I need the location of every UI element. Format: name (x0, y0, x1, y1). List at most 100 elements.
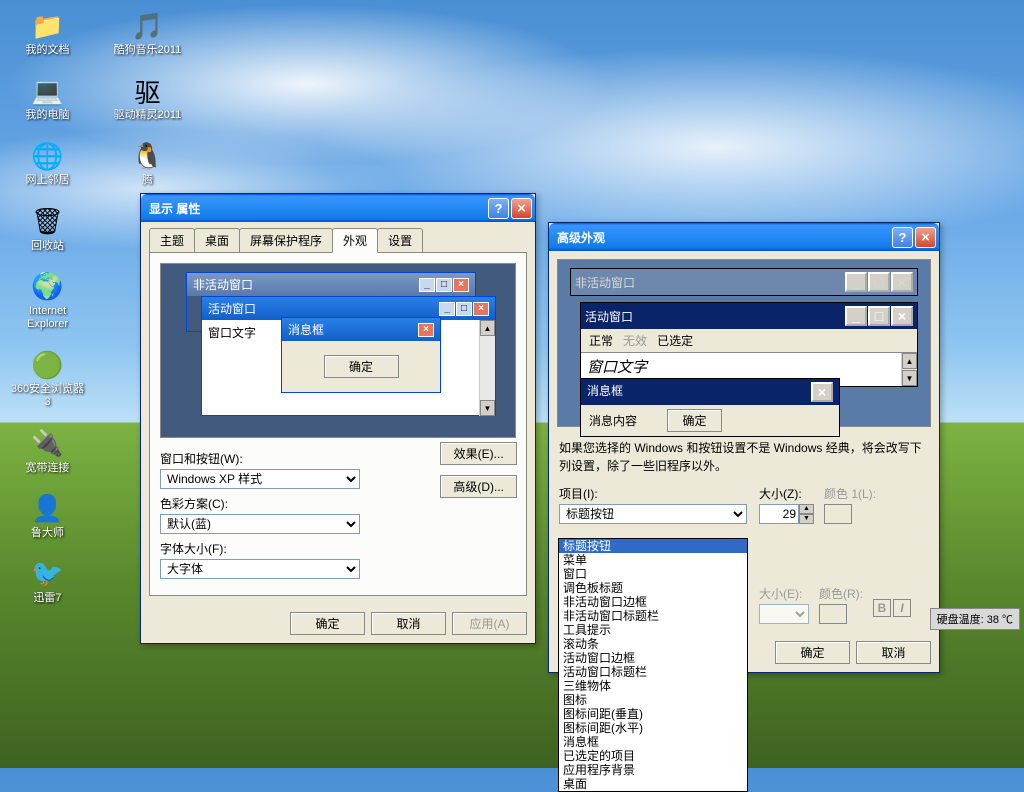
adv-active-title: 活动窗口 (585, 308, 845, 325)
apply-button[interactable]: 应用(A) (452, 612, 527, 635)
cancel-button[interactable]: 取消 (371, 612, 446, 635)
adv-msgbox-title: 消息框 (587, 382, 811, 402)
help-button[interactable]: ? (892, 227, 913, 248)
adv-normal: 正常 (589, 334, 613, 348)
italic-button: I (893, 599, 911, 617)
tab-0[interactable]: 主题 (149, 228, 195, 252)
desktop-icon[interactable]: 📁我的文档 (10, 10, 85, 57)
desktop-icon[interactable]: 🎵 酷狗音乐2011 (110, 10, 185, 57)
help-button[interactable]: ? (488, 198, 509, 219)
dropdown-item[interactable]: 工具提示 (559, 623, 747, 637)
titlebar[interactable]: 高级外观 ? × (549, 223, 939, 251)
icon-image: 驱 (132, 75, 164, 107)
tab-2[interactable]: 屏幕保护程序 (239, 228, 333, 252)
adv-selected: 已选定 (657, 334, 693, 348)
icon-image: 🟢 (32, 349, 64, 381)
item-label: 项目(I): (559, 485, 749, 502)
dropdown-item[interactable]: 活动窗口标题栏 (559, 665, 747, 679)
font-size-select[interactable]: 大字体 (160, 559, 360, 579)
icon-label: 宽带连接 (26, 462, 70, 475)
dropdown-item[interactable]: 调色板标题 (559, 581, 747, 595)
desktop-icon[interactable]: 🔌宽带连接 (10, 428, 85, 475)
tab-3[interactable]: 外观 (332, 228, 378, 253)
dropdown-item[interactable]: 非活动窗口边框 (559, 595, 747, 609)
size-input[interactable] (759, 504, 799, 524)
effects-button[interactable]: 效果(E)... (440, 442, 517, 465)
icon-label: 驱动精灵2011 (114, 109, 182, 122)
icon-image: 🗑 (32, 206, 64, 238)
fsize-select (759, 604, 809, 624)
color1-label: 颜色 1(L): (824, 485, 876, 502)
preview-scrollbar: ▲ ▼ (479, 320, 495, 416)
color1-picker[interactable] (824, 504, 852, 524)
fsize-label: 大小(E): (759, 585, 809, 602)
dropdown-item[interactable]: 已选定的项目 (559, 749, 747, 763)
dropdown-item[interactable]: 滚动条 (559, 637, 747, 651)
icon-image: 🌍 (32, 271, 64, 303)
dropdown-item[interactable]: 图标 (559, 693, 747, 707)
desktop-icon[interactable]: 驱驱动精灵2011 (110, 75, 185, 122)
desktop-icon[interactable]: 👤鲁大师 (10, 493, 85, 540)
dropdown-item[interactable]: 窗口 (559, 567, 747, 581)
adv-cancel-button[interactable]: 取消 (856, 641, 931, 664)
color-scheme-select[interactable]: 默认(蓝) (160, 514, 360, 534)
spin-down[interactable]: ▼ (799, 514, 814, 524)
desktop-icon[interactable]: 🌐 网上邻居 (10, 140, 85, 187)
close-button[interactable]: × (915, 227, 936, 248)
preview-msgbox-title: 消息框 × (282, 318, 440, 341)
dropdown-item[interactable]: 标题按钮 (559, 539, 747, 553)
icon-image: 🌐 (32, 140, 64, 172)
preview-inactive-window: 非活动窗口 _□× (187, 273, 475, 296)
size-label: 大小(Z): (759, 485, 814, 502)
hdd-temp-widget: 硬盘温度: 38 ℃ (930, 608, 1020, 630)
titlebar[interactable]: 显示 属性 ? × (141, 194, 535, 222)
desktop-icon[interactable]: 🗑 回收站 (10, 206, 85, 253)
desktop-icon[interactable]: 🐧腾 (110, 140, 185, 187)
icon-label: 腾 (142, 174, 153, 187)
window-title: 显示 属性 (149, 200, 488, 217)
icon-label: 360安全浏览器 3 (10, 383, 85, 409)
dropdown-item[interactable]: 活动窗口边框 (559, 651, 747, 665)
icon-label: 酷狗音乐2011 (114, 44, 182, 57)
fcolor-picker (819, 604, 847, 624)
dropdown-item[interactable]: 三维物体 (559, 679, 747, 693)
display-properties-window: 显示 属性 ? × 主题桌面屏幕保护程序外观设置 非活动窗口 _□× 活动窗口 … (140, 193, 536, 644)
font-size-label: 字体大小(F): (160, 540, 516, 557)
windows-buttons-select[interactable]: Windows XP 样式 (160, 469, 360, 489)
tab-strip: 主题桌面屏幕保护程序外观设置 (141, 222, 535, 252)
ok-button[interactable]: 确定 (290, 612, 365, 635)
icon-image: 👤 (32, 493, 64, 525)
dropdown-item[interactable]: 图标间距(垂直) (559, 707, 747, 721)
adv-inactive-title: 非活动窗口 (575, 274, 845, 291)
icon-label: 网上邻居 (26, 174, 70, 187)
icon-label: 回收站 (31, 240, 64, 253)
item-dropdown-list[interactable]: 标题按钮菜单窗口调色板标题非活动窗口边框非活动窗口标题栏工具提示滚动条活动窗口边… (558, 538, 748, 792)
desktop-icon[interactable]: 🐦迅雷7 (10, 558, 85, 605)
icon-image: 🎵 (132, 10, 164, 42)
desktop-icon[interactable]: 🌍Internet Explorer (10, 271, 85, 331)
appearance-preview: 非活动窗口 _□× 活动窗口 _□× 窗口文字 ▲ ▼ (160, 263, 516, 438)
tab-4[interactable]: 设置 (377, 228, 423, 252)
dropdown-item[interactable]: 图标间距(水平) (559, 721, 747, 735)
desktop-icon[interactable]: 💻我的电脑 (10, 75, 85, 122)
size-spinner[interactable]: ▲▼ (759, 504, 814, 524)
preview-ok-button: 确定 (324, 355, 399, 378)
dropdown-item[interactable]: 桌面 (559, 777, 747, 791)
icon-label: 我的电脑 (26, 109, 70, 122)
item-select[interactable]: 标题按钮 (559, 504, 747, 524)
close-button[interactable]: × (511, 198, 532, 219)
appearance-panel: 非活动窗口 _□× 活动窗口 _□× 窗口文字 ▲ ▼ (149, 252, 527, 596)
spin-up[interactable]: ▲ (799, 504, 814, 514)
advanced-button[interactable]: 高级(D)... (440, 475, 517, 498)
adv-disabled: 无效 (623, 334, 647, 348)
dropdown-item[interactable]: 应用程序背景 (559, 763, 747, 777)
adv-msg-content: 消息内容 (589, 412, 637, 429)
adv-ok-button[interactable]: 确定 (775, 641, 850, 664)
dropdown-item[interactable]: 非活动窗口标题栏 (559, 609, 747, 623)
advanced-note: 如果您选择的 Windows 和按钮设置不是 Windows 经典，将会改写下列… (549, 435, 939, 479)
desktop-icon[interactable]: 🟢360安全浏览器 3 (10, 349, 85, 409)
window-title: 高级外观 (557, 229, 892, 246)
tab-1[interactable]: 桌面 (194, 228, 240, 252)
dropdown-item[interactable]: 消息框 (559, 735, 747, 749)
dropdown-item[interactable]: 菜单 (559, 553, 747, 567)
